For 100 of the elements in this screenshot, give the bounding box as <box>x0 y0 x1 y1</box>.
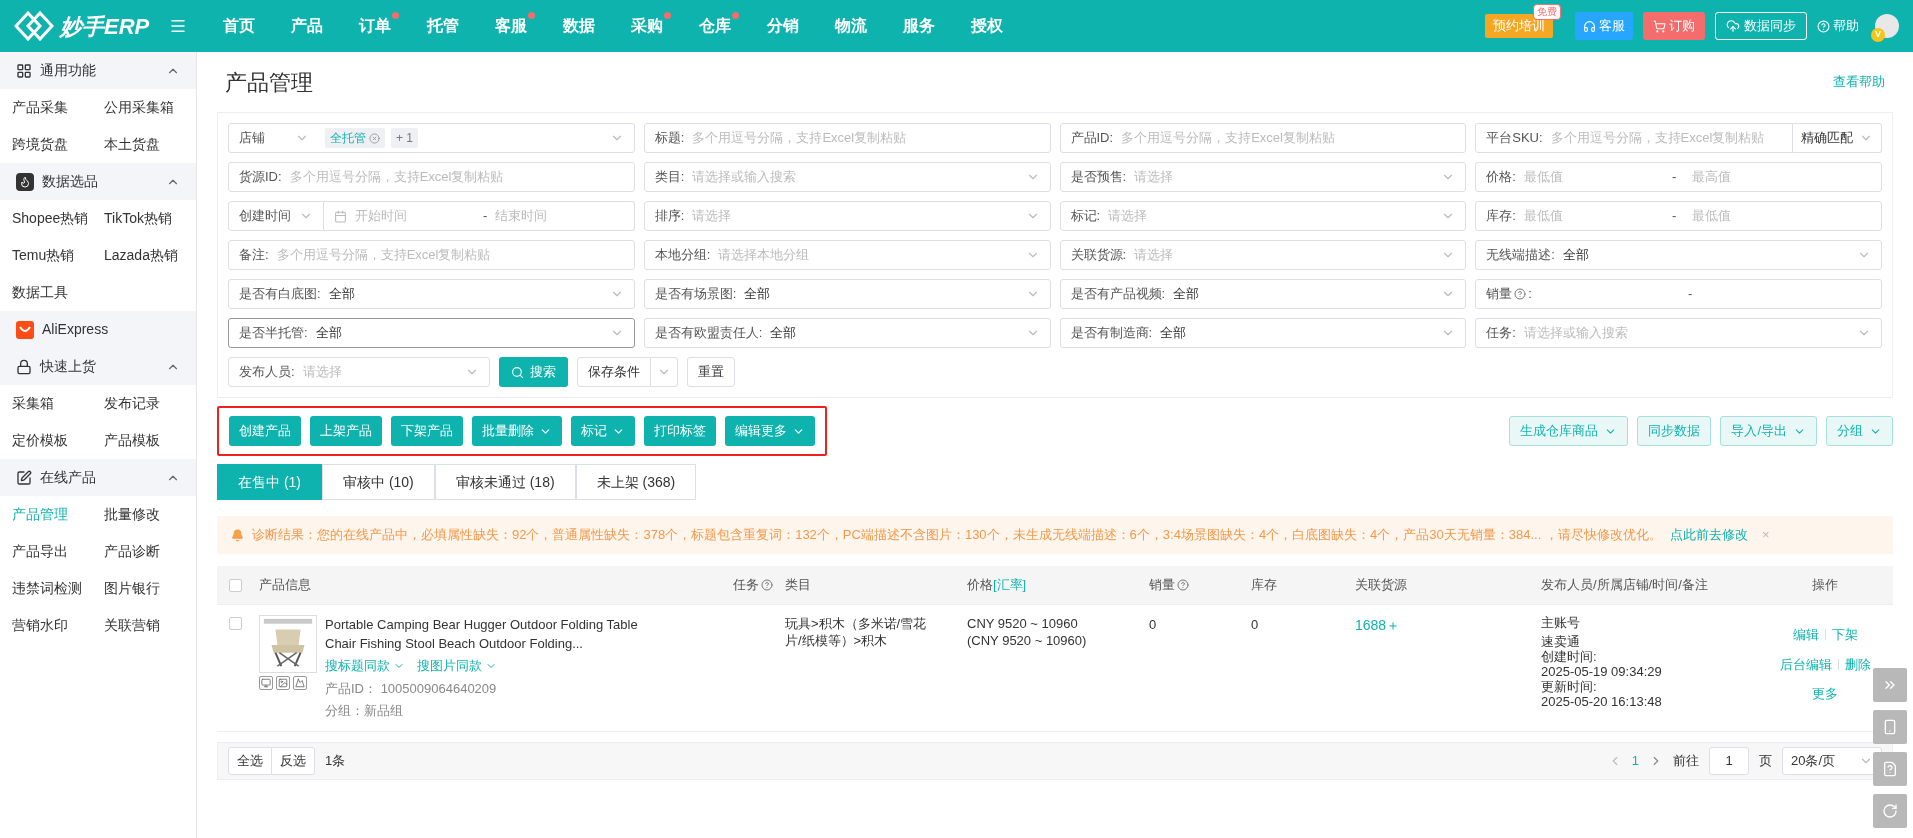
created-time: 2025-05-19 09:34:29 <box>1541 664 1663 679</box>
column-header: 价格[汇率] <box>967 576 1027 595</box>
flame-icon <box>16 172 34 191</box>
sidebar-item[interactable]: Temu热销 <box>12 237 104 274</box>
date-type-select[interactable]: 创建时间 <box>228 201 324 231</box>
category-cell-text: 玩具>积木（多米诺/雪花片/纸模等）>积木 <box>785 615 928 649</box>
sidebar-item[interactable]: 营销水印 <box>12 607 104 644</box>
sidebar-item[interactable]: 公用采集箱 <box>104 89 184 126</box>
filter-input[interactable]: 标题: 多个用逗号分隔，支持Excel复制粘贴 <box>643 123 1051 153</box>
checkbox[interactable] <box>229 578 242 592</box>
filter-input[interactable]: 备注: 多个用逗号分隔，支持Excel复制粘贴 <box>228 240 635 270</box>
filter-select[interactable]: 本地分组: 请选择本地分组 <box>643 240 1051 270</box>
sidebar-item[interactable]: 产品采集 <box>12 89 104 126</box>
sidebar-item[interactable]: 采集箱 <box>12 385 104 422</box>
invert-selection-button[interactable]: 反选 <box>272 746 315 775</box>
sidebar-item[interactable]: 发布记录 <box>104 385 184 422</box>
sidebar-section-header[interactable]: 快速上货 <box>0 348 196 385</box>
logo-text: 妙手ERP <box>60 12 150 41</box>
sidebar-item[interactable]: 产品模板 <box>104 422 184 459</box>
double-chevron-icon[interactable] <box>1873 668 1907 702</box>
filter-select[interactable]: 关联货源: 请选择 <box>1059 240 1467 270</box>
column-header: 销量 <box>1149 575 1191 595</box>
shop-select[interactable]: 店铺 全托管 + 1 <box>228 123 635 153</box>
checkbox[interactable] <box>229 617 242 630</box>
column-header: 产品信息 <box>259 576 311 595</box>
filter-select[interactable]: 无线端描述: 全部 <box>1475 240 1882 270</box>
date-range-field[interactable]: 开始时间 - 结束时间 <box>324 201 635 231</box>
product-title[interactable]: Portable Camping Bear Hugger Outdoor Folding Table Chair Fishing Stool Beach Outdoor Folding... <box>325 615 645 653</box>
sidebar-item[interactable]: 产品诊断 <box>104 533 184 570</box>
tag: 全托管 <box>325 128 385 148</box>
sidebar-item[interactable]: Lazada热销 <box>104 237 184 274</box>
match-select[interactable]: 精确匹配 <box>1793 123 1882 153</box>
refresh-icon[interactable] <box>1873 794 1907 828</box>
sidebar-item[interactable]: 本土货盘 <box>104 126 184 163</box>
reset-button[interactable]: 重置 <box>687 357 735 387</box>
save-options-button[interactable] <box>651 357 678 387</box>
filter-select[interactable]: 是否有欧盟责任人: 全部 <box>643 318 1051 348</box>
page-size-select[interactable]: 20条/页 <box>1782 746 1882 775</box>
sidebar-section-header[interactable]: 在线产品 <box>0 459 196 496</box>
question-icon[interactable] <box>1873 752 1907 786</box>
filter-select[interactable]: 类目: 请选择或输入搜索 <box>643 162 1051 192</box>
grid-icon <box>16 62 32 79</box>
range-field[interactable]: 销量 : - <box>1475 279 1882 309</box>
filter-select[interactable]: 是否有白底图: 全部 <box>228 279 635 309</box>
filter-select[interactable]: 是否预售: 请选择 <box>1059 162 1467 192</box>
select-all-button[interactable]: 全选 <box>228 746 272 775</box>
status-tab[interactable]: 未上架 (368) <box>575 464 697 500</box>
cart-icon <box>1653 19 1666 33</box>
cloud-upload-icon <box>1726 19 1740 33</box>
monitor-icon[interactable] <box>259 676 273 690</box>
phone-icon[interactable] <box>1873 710 1907 744</box>
item-count: 1条 <box>325 751 346 770</box>
updated-label: 更新时间: <box>1541 679 1598 694</box>
filter-input[interactable]: 产品ID: 多个用逗号分隔，支持Excel复制粘贴 <box>1059 123 1467 153</box>
filter-select[interactable]: 发布人员: 请选择 <box>228 357 490 387</box>
sidebar-item[interactable]: 数据工具 <box>12 274 104 311</box>
sidebar-item[interactable]: 图片银行 <box>104 570 184 607</box>
column-header: 发布人员/所属店铺/时间/备注 <box>1541 576 1708 595</box>
range-field[interactable]: 库存: 最低值 - 最低值 <box>1475 201 1882 231</box>
sidebar-item[interactable]: 定价模板 <box>12 422 104 459</box>
filter-select[interactable]: 是否半托管: 全部 <box>228 318 635 348</box>
sidebar-item[interactable]: 产品导出 <box>12 533 104 570</box>
filter-select[interactable]: 任务: 请选择或输入搜索 <box>1475 318 1882 348</box>
sidebar-item[interactable]: Shopee热销 <box>12 200 104 237</box>
publisher-cell-text: 主账号 <box>1541 615 1581 630</box>
sidebar-section-header[interactable]: 通用功能 <box>0 52 196 89</box>
filter-select[interactable]: 是否有场景图: 全部 <box>643 279 1051 309</box>
sidebar-item[interactable]: TikTok热销 <box>104 200 184 237</box>
filter-select[interactable]: 排序: 请选择 <box>643 201 1051 231</box>
sidebar-item[interactable]: 批量修改 <box>104 496 184 533</box>
filter-select[interactable]: 是否有产品视频: 全部 <box>1059 279 1467 309</box>
sidebar-section-header[interactable]: 数据选品 <box>0 163 196 200</box>
sidebar-item[interactable]: 关联营销 <box>104 607 184 644</box>
search-icon <box>511 365 524 379</box>
status-tab[interactable]: 审核中 (10) <box>322 464 435 500</box>
filter-input[interactable]: 平台SKU: 多个用逗号分隔，支持Excel复制粘贴 <box>1475 123 1793 153</box>
product-group: 分组：新品组 <box>325 701 645 721</box>
logo-icon <box>14 11 54 41</box>
filter-input[interactable]: 货源ID: 多个用逗号分隔，支持Excel复制粘贴 <box>228 162 635 192</box>
menu-icon[interactable] <box>169 17 188 35</box>
sidebar-section-header[interactable]: AliExpress <box>0 311 196 348</box>
close-icon[interactable] <box>369 132 380 144</box>
image-icon[interactable] <box>276 676 290 690</box>
column-header: 操作 <box>1812 576 1838 595</box>
column-header: 任务 <box>733 575 775 595</box>
sidebar-item[interactable]: 违禁词检测 <box>12 570 104 607</box>
filter-select[interactable]: 是否有制造商: 全部 <box>1059 318 1467 348</box>
page-unit: 页 <box>1759 751 1772 770</box>
goto-label: 前往 <box>1673 751 1699 770</box>
save-conditions-button[interactable]: 保存条件 <box>577 357 651 387</box>
stock-cell: 0 <box>1251 617 1259 632</box>
mountain-icon[interactable] <box>293 676 307 690</box>
range-field[interactable]: 价格: 最低值 - 最高值 <box>1475 162 1882 192</box>
status-tab[interactable]: 审核未通过 (18) <box>434 464 576 500</box>
page-input[interactable]: 1 <box>1709 746 1749 775</box>
filter-select[interactable]: 标记: 请选择 <box>1059 201 1467 231</box>
column-header: 类目 <box>785 576 811 595</box>
page-title: 产品管理 <box>225 68 313 97</box>
headset-icon <box>1583 19 1596 33</box>
sidebar-item[interactable]: 跨境货盘 <box>12 126 104 163</box>
